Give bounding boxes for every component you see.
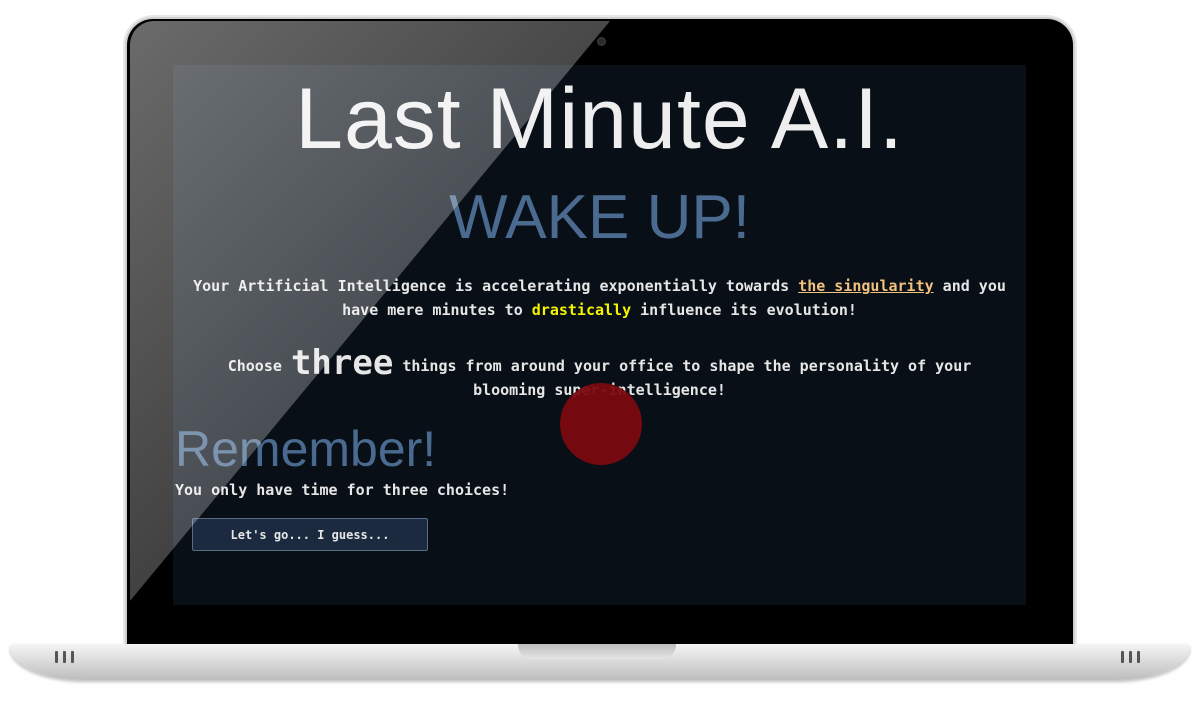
app-title: Last Minute A.I.	[295, 71, 904, 167]
three-choices-hint: You only have time for three choices!	[175, 481, 510, 499]
speaker-grille-right	[1121, 651, 1147, 663]
choose-text-1: Choose	[227, 357, 291, 375]
intro-text-3: influence its evolution!	[631, 301, 857, 319]
drastically-highlight: drastically	[531, 301, 632, 319]
singularity-link[interactable]: the singularity	[798, 277, 933, 295]
lets-go-button[interactable]: Let's go... I guess...	[192, 518, 428, 551]
cursor-marker	[560, 383, 642, 465]
three-emphasis: three	[290, 343, 394, 383]
remember-heading: Remember!	[175, 421, 437, 477]
intro-text-1: Your Artificial Intelligence is accelera…	[193, 277, 799, 295]
choose-text-2: things from around your office to shape …	[402, 357, 972, 399]
webcam-icon	[597, 37, 606, 46]
intro-paragraph: Your Artificial Intelligence is accelera…	[193, 274, 1006, 322]
app-screen: Last Minute A.I. WAKE UP! Your Artificia…	[173, 65, 1026, 605]
speaker-grille-left	[55, 651, 81, 663]
laptop-hinge-notch	[518, 644, 676, 659]
wake-up-heading: WAKE UP!	[449, 183, 750, 252]
